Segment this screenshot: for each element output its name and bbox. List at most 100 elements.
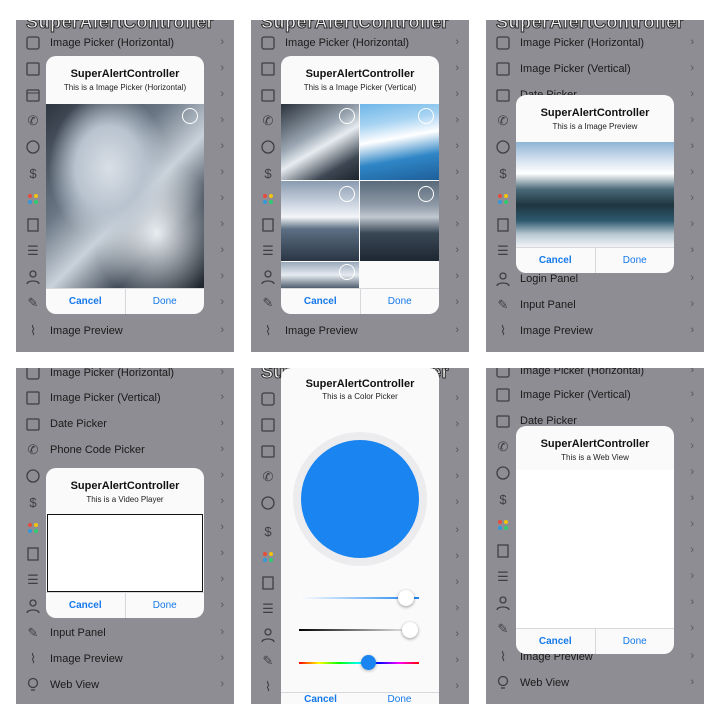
menu-row-image-picker-v[interactable]: Image Picker (Vertical) ›: [486, 56, 704, 82]
menu-row-image-picker-h[interactable]: Image Picker (Horizontal) ›: [251, 30, 469, 56]
slider-track-2[interactable]: [299, 629, 419, 631]
lightbulb-icon: [494, 674, 512, 692]
hue-slider-track[interactable]: [299, 662, 419, 664]
cancel-button[interactable]: Cancel: [46, 593, 125, 618]
menu-row-image-picker-h[interactable]: Image Picker (Horizontal) ›: [16, 368, 234, 386]
chevron-right-icon: ›: [455, 88, 459, 100]
menu-label: Image Picker (Vertical): [520, 63, 631, 75]
chevron-right-icon: ›: [220, 36, 224, 48]
menu-row-image-picker-h[interactable]: Image Picker (Horizontal) ›: [16, 30, 234, 56]
menu-row-date-picker[interactable]: Date Picker ›: [16, 411, 234, 437]
done-button[interactable]: Done: [360, 693, 439, 704]
menu-row-image-preview[interactable]: ⌇ Image Preview ›: [251, 318, 469, 344]
chevron-right-icon: ›: [220, 296, 224, 308]
done-button[interactable]: Done: [594, 248, 675, 273]
menu-label: Date Picker: [50, 418, 107, 430]
square-icon: [259, 34, 277, 52]
menu-label: Image Preview: [520, 325, 593, 337]
cancel-button[interactable]: Cancel: [281, 693, 360, 704]
user-icon: [494, 270, 512, 288]
menu-row-image-picker-v[interactable]: Image Picker (Vertical) ›: [486, 382, 704, 408]
slider-thumb-1[interactable]: [398, 590, 414, 606]
menu-label: Web View: [50, 679, 100, 691]
cancel-button[interactable]: Cancel: [281, 289, 360, 314]
done-button[interactable]: Done: [124, 593, 205, 618]
glacier-photo[interactable]: [46, 104, 204, 288]
cancel-button[interactable]: Cancel: [516, 248, 595, 273]
menu-row-input-panel[interactable]: ✎ Input Panel ›: [16, 620, 234, 646]
menu-row-image-picker-v[interactable]: Image Picker (Vertical) ›: [16, 385, 234, 411]
select-circle[interactable]: [339, 264, 355, 280]
calendar-icon: [259, 86, 277, 104]
chevron-right-icon: ›: [220, 140, 224, 152]
menu-row-image-picker-h[interactable]: Image Picker (Horizontal) ›: [486, 30, 704, 56]
color-palette-icon: [494, 516, 512, 534]
chevron-right-icon: ›: [220, 166, 224, 178]
document-icon: [494, 216, 512, 234]
chevron-right-icon: ›: [690, 272, 694, 284]
pencil-icon: ✎: [262, 653, 274, 668]
chevron-right-icon: ›: [220, 368, 224, 378]
menu-row-phone-code-picker[interactable]: ✆ Phone Code Picker ›: [16, 437, 234, 463]
menu-label: Input Panel: [50, 627, 106, 639]
menu-row-image-preview[interactable]: ⌇ Image Preview ›: [486, 318, 704, 344]
calendar-icon: [24, 415, 42, 433]
paperclip-icon: ⌇: [264, 679, 272, 694]
color-palette-icon: [24, 190, 42, 208]
user-icon: [494, 594, 512, 612]
web-view-content[interactable]: [516, 470, 674, 628]
document-icon: [24, 545, 42, 563]
chevron-right-icon: ›: [455, 680, 459, 692]
alert-title: SuperAlertController: [305, 378, 415, 390]
pencil-icon: ✎: [27, 625, 39, 640]
chevron-right-icon: ›: [690, 324, 694, 336]
chevron-right-icon: ›: [455, 550, 459, 562]
cancel-button[interactable]: Cancel: [46, 289, 125, 314]
menu-row-input-panel[interactable]: ✎ Input Panel ›: [486, 292, 704, 318]
phone-icon: ✆: [27, 442, 39, 457]
dollar-icon: $: [499, 491, 507, 507]
phone-icon: ✆: [497, 439, 509, 454]
chevron-right-icon: ›: [220, 678, 224, 690]
done-button[interactable]: Done: [359, 289, 440, 314]
calendar-icon: [24, 86, 42, 104]
chevron-right-icon: ›: [220, 218, 224, 230]
chevron-right-icon: ›: [220, 626, 224, 638]
list-icon: ☰: [27, 243, 39, 258]
menu-row-web-view[interactable]: Web View ›: [486, 670, 704, 696]
select-circle[interactable]: [182, 108, 198, 124]
video-player[interactable]: [47, 514, 203, 592]
document-icon: [24, 216, 42, 234]
chevron-right-icon: ›: [690, 62, 694, 74]
dollar-icon: $: [264, 165, 272, 181]
winter-lake-photo: [516, 142, 674, 247]
chevron-right-icon: ›: [455, 444, 459, 456]
cancel-button[interactable]: Cancel: [516, 629, 595, 654]
alert-message: This is a Image Picker (Vertical): [303, 83, 417, 92]
globe-icon: [494, 138, 512, 156]
chevron-right-icon: ›: [455, 418, 459, 430]
done-button[interactable]: Done: [594, 629, 675, 654]
done-button[interactable]: Done: [124, 289, 205, 314]
select-circle[interactable]: [418, 108, 434, 124]
select-circle[interactable]: [339, 108, 355, 124]
menu-row-image-preview[interactable]: ⌇ Image Preview ›: [16, 318, 234, 344]
menu-row-web-view[interactable]: Web View ›: [16, 672, 234, 698]
alert-image-picker-horizontal: SuperAlertController This is a Image Pic…: [46, 56, 204, 314]
chevron-right-icon: ›: [220, 391, 224, 403]
chevron-right-icon: ›: [690, 492, 694, 504]
hue-slider-thumb[interactable]: [361, 655, 376, 670]
chevron-right-icon: ›: [690, 114, 694, 126]
select-circle[interactable]: [418, 186, 434, 202]
user-icon: [24, 268, 42, 286]
color-palette-icon: [494, 190, 512, 208]
alert-title: SuperAlertController: [540, 107, 650, 119]
paperclip-icon: ⌇: [499, 649, 507, 664]
slider-thumb-2[interactable]: [402, 622, 418, 638]
film-icon: [24, 389, 42, 407]
calendar-icon: [259, 442, 277, 460]
screen-image-picker-horizontal: SuperAlertController Image Picker (Horiz…: [16, 20, 234, 352]
menu-row-image-preview[interactable]: ⌇ Image Preview ›: [16, 646, 234, 672]
select-circle[interactable]: [339, 186, 355, 202]
color-palette-icon: [24, 519, 42, 537]
